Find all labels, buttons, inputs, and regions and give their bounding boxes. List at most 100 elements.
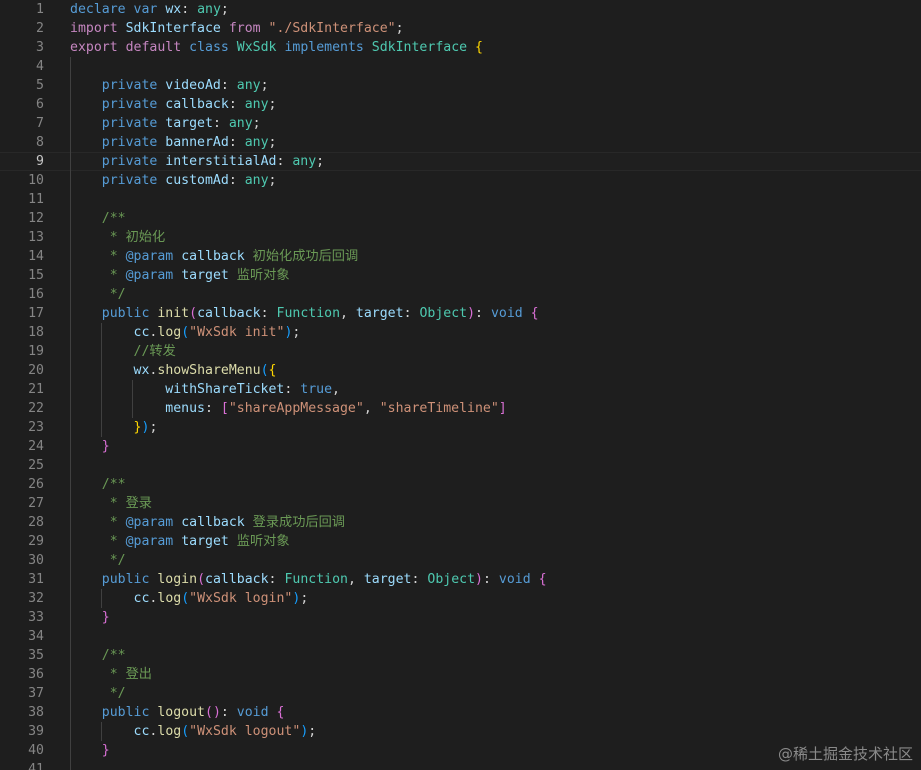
code-line[interactable]: 12 /** bbox=[0, 209, 921, 228]
code-token: Object bbox=[427, 572, 476, 587]
code-token: any bbox=[228, 116, 253, 131]
line-code: //转发 bbox=[70, 342, 176, 361]
code-line[interactable]: 18 cc.log("WxSdk init"); bbox=[0, 323, 921, 342]
line-number: 12 bbox=[28, 211, 44, 226]
code-token: } bbox=[101, 610, 110, 625]
code-token: wx bbox=[165, 2, 182, 17]
code-token: private bbox=[101, 135, 158, 150]
code-editor[interactable]: 1 declare var wx: any; 2 import SdkInterfac… bbox=[0, 0, 921, 770]
code-token: /** bbox=[101, 477, 126, 492]
code-token: any bbox=[236, 78, 261, 93]
code-token: callback bbox=[197, 306, 261, 321]
code-line[interactable]: 3 export default class WxSdk implements S… bbox=[0, 38, 921, 57]
code-line[interactable]: 25 bbox=[0, 456, 921, 475]
code-line[interactable]: 28 * @param callback 登录成功后回调 bbox=[0, 513, 921, 532]
code-line[interactable]: 7 private target: any; bbox=[0, 114, 921, 133]
code-line[interactable]: 30 */ bbox=[0, 551, 921, 570]
code-line[interactable]: 8 private bannerAd: any; bbox=[0, 133, 921, 152]
code-line[interactable]: 1 declare var wx: any; bbox=[0, 0, 921, 19]
code-line[interactable]: 38 public logout(): void { bbox=[0, 703, 921, 722]
code-token: public bbox=[101, 572, 150, 587]
code-line[interactable]: 16 */ bbox=[0, 285, 921, 304]
code-token: } bbox=[101, 439, 110, 454]
line-number: 23 bbox=[28, 420, 44, 435]
line-number: 34 bbox=[28, 629, 44, 644]
code-line[interactable]: 24 } bbox=[0, 437, 921, 456]
code-lines[interactable]: 1 declare var wx: any; 2 import SdkInterfac… bbox=[0, 0, 921, 770]
code-line[interactable]: 14 * @param callback 初始化成功后回调 bbox=[0, 247, 921, 266]
code-line[interactable]: 27 * 登录 bbox=[0, 494, 921, 513]
code-line[interactable]: 9 private interstitialAd: any; bbox=[0, 152, 921, 171]
code-token: * bbox=[109, 268, 126, 283]
code-line[interactable]: 22 menus: ["shareAppMessage", "shareTime… bbox=[0, 399, 921, 418]
line-code: private videoAd: any; bbox=[70, 76, 269, 95]
code-line[interactable]: 10 private customAd: any; bbox=[0, 171, 921, 190]
code-token: [ bbox=[220, 401, 229, 416]
code-line[interactable]: 29 * @param target 监听对象 bbox=[0, 532, 921, 551]
code-line[interactable]: 13 * 初始化 bbox=[0, 228, 921, 247]
line-code: public logout(): void { bbox=[70, 703, 285, 722]
line-number: 35 bbox=[28, 648, 44, 663]
code-token: ) bbox=[475, 572, 483, 587]
code-line[interactable]: 35 /** bbox=[0, 646, 921, 665]
line-code: wx.showShareMenu({ bbox=[70, 361, 277, 380]
line-code: */ bbox=[70, 285, 126, 304]
code-line[interactable]: 32 cc.log("WxSdk login"); bbox=[0, 589, 921, 608]
code-token: : bbox=[260, 306, 277, 321]
code-line[interactable]: 33 } bbox=[0, 608, 921, 627]
code-line[interactable]: 5 private videoAd: any; bbox=[0, 76, 921, 95]
code-token: "WxSdk logout" bbox=[189, 724, 301, 739]
code-token: ; bbox=[149, 420, 158, 435]
code-line[interactable]: 34 bbox=[0, 627, 921, 646]
code-line[interactable]: 36 * 登出 bbox=[0, 665, 921, 684]
code-token: */ bbox=[109, 686, 126, 701]
code-token: login bbox=[157, 572, 198, 587]
code-line[interactable]: 19 //转发 bbox=[0, 342, 921, 361]
code-line[interactable]: 11 bbox=[0, 190, 921, 209]
code-line[interactable]: 2 import SdkInterface from "./SdkInterfac… bbox=[0, 19, 921, 38]
line-code: menus: ["shareAppMessage", "shareTimelin… bbox=[70, 399, 506, 418]
code-token: target bbox=[363, 572, 412, 587]
code-token: private bbox=[101, 116, 158, 131]
code-token: : bbox=[204, 401, 221, 416]
code-line[interactable]: 31 public login(callback: Function, targ… bbox=[0, 570, 921, 589]
code-line[interactable]: 21 withShareTicket: true, bbox=[0, 380, 921, 399]
code-line[interactable]: 26 /** bbox=[0, 475, 921, 494]
code-line[interactable]: 17 public init(callback: Function, targe… bbox=[0, 304, 921, 323]
code-token: "./SdkInterface" bbox=[268, 21, 396, 36]
code-token: any bbox=[244, 135, 269, 150]
code-token: target bbox=[181, 268, 229, 283]
code-token: : bbox=[411, 572, 428, 587]
code-line[interactable]: 6 private callback: any; bbox=[0, 95, 921, 114]
code-line[interactable]: 4 bbox=[0, 57, 921, 76]
code-token: ( bbox=[189, 306, 198, 321]
line-number: 6 bbox=[36, 97, 44, 112]
code-token: withShareTicket bbox=[165, 382, 285, 397]
code-line[interactable]: 15 * @param target 监听对象 bbox=[0, 266, 921, 285]
line-code: /** bbox=[70, 646, 126, 665]
line-number: 21 bbox=[28, 382, 44, 397]
indent-guide bbox=[70, 456, 71, 475]
code-line[interactable]: 23 }); bbox=[0, 418, 921, 437]
line-number: 4 bbox=[36, 59, 44, 74]
code-token: any bbox=[292, 154, 317, 169]
line-number: 36 bbox=[28, 667, 44, 682]
code-line[interactable]: 20 wx.showShareMenu({ bbox=[0, 361, 921, 380]
line-code: withShareTicket: true, bbox=[70, 380, 340, 399]
code-line[interactable]: 37 */ bbox=[0, 684, 921, 703]
code-token: implements bbox=[284, 40, 364, 55]
code-line[interactable]: 39 cc.log("WxSdk logout"); bbox=[0, 722, 921, 741]
